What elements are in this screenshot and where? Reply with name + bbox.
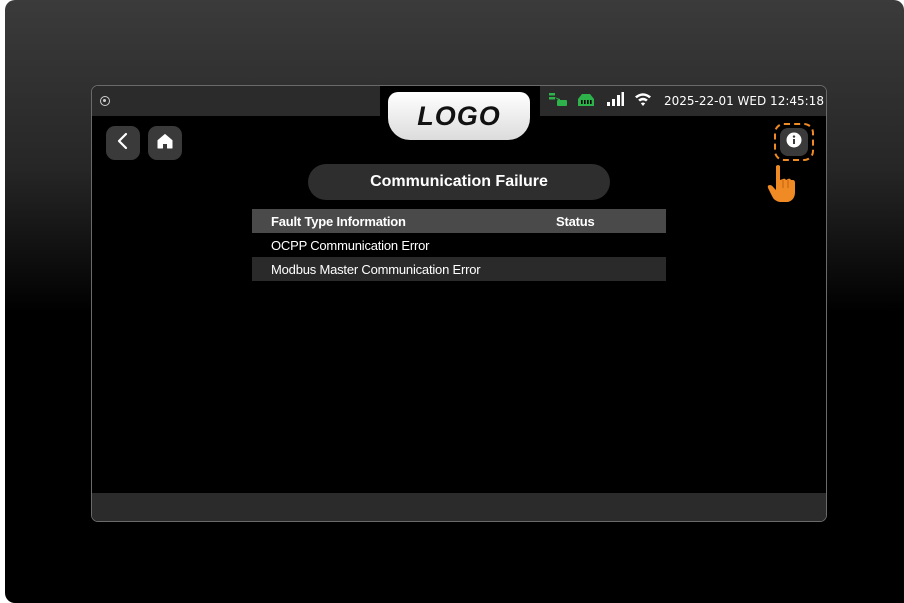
fault-table: Fault Type Information Status OCPP Commu…: [252, 209, 666, 281]
info-button[interactable]: [780, 128, 808, 156]
home-icon: [156, 132, 174, 155]
column-header-status: Status: [556, 213, 595, 229]
fault-type-cell: OCPP Communication Error: [271, 237, 430, 253]
status-icons: [548, 91, 652, 112]
camera-icon: [100, 96, 110, 106]
column-header-fault-type: Fault Type Information: [271, 213, 406, 229]
home-button[interactable]: [148, 126, 182, 160]
device-frame: LOGO 2025-22-01 WED 12:45:18 Communicati…: [5, 0, 904, 603]
info-icon: [786, 132, 802, 153]
chevron-left-icon: [116, 132, 130, 155]
tap-hand-icon: [764, 164, 798, 209]
table-row: Modbus Master Communication Error: [252, 257, 666, 281]
back-button[interactable]: [106, 126, 140, 160]
logo: LOGO: [388, 92, 530, 140]
charging-status-icon: [548, 91, 568, 112]
ethernet-icon: [576, 91, 596, 112]
table-row: OCPP Communication Error: [252, 233, 666, 257]
charger-screen: LOGO 2025-22-01 WED 12:45:18 Communicati…: [91, 85, 827, 522]
status-cell: [556, 233, 666, 257]
fault-type-cell: Modbus Master Communication Error: [271, 261, 481, 277]
page-title: Communication Failure: [308, 164, 610, 200]
status-cell: [556, 257, 666, 281]
cellular-signal-icon: [606, 91, 624, 112]
table-header-row: Fault Type Information Status: [252, 209, 666, 233]
wifi-icon: [634, 91, 652, 112]
datetime: 2025-22-01 WED 12:45:18: [664, 94, 824, 108]
bottom-bar: [92, 493, 826, 521]
